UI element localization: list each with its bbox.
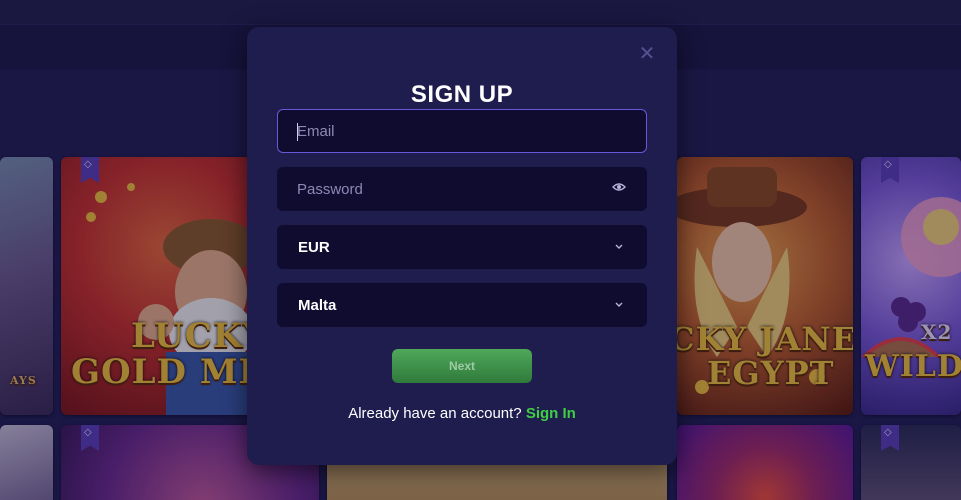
signin-link[interactable]: Sign In — [526, 405, 576, 422]
chevron-down-icon — [610, 296, 628, 314]
country-select[interactable]: Malta — [277, 283, 647, 327]
signup-modal: ✕ SIGN UP EUR Malta — [247, 27, 677, 465]
eye-icon[interactable] — [610, 180, 628, 198]
signin-row: Already have an account? Sign In — [247, 405, 677, 422]
currency-select[interactable]: EUR — [277, 225, 647, 269]
country-value: Malta — [298, 297, 337, 314]
text-caret — [297, 123, 298, 141]
page: AYS LUCKY GOLD MI — [0, 0, 961, 500]
email-input[interactable] — [278, 110, 646, 152]
password-field[interactable] — [277, 167, 647, 211]
next-button[interactable]: Next — [392, 349, 532, 383]
modal-title: SIGN UP — [410, 81, 514, 108]
password-input[interactable] — [278, 168, 646, 210]
currency-value: EUR — [298, 239, 330, 256]
email-field[interactable] — [277, 109, 647, 153]
signin-prompt: Already have an account? — [348, 405, 522, 422]
chevron-down-icon — [610, 238, 628, 256]
close-icon[interactable]: ✕ — [637, 43, 657, 63]
